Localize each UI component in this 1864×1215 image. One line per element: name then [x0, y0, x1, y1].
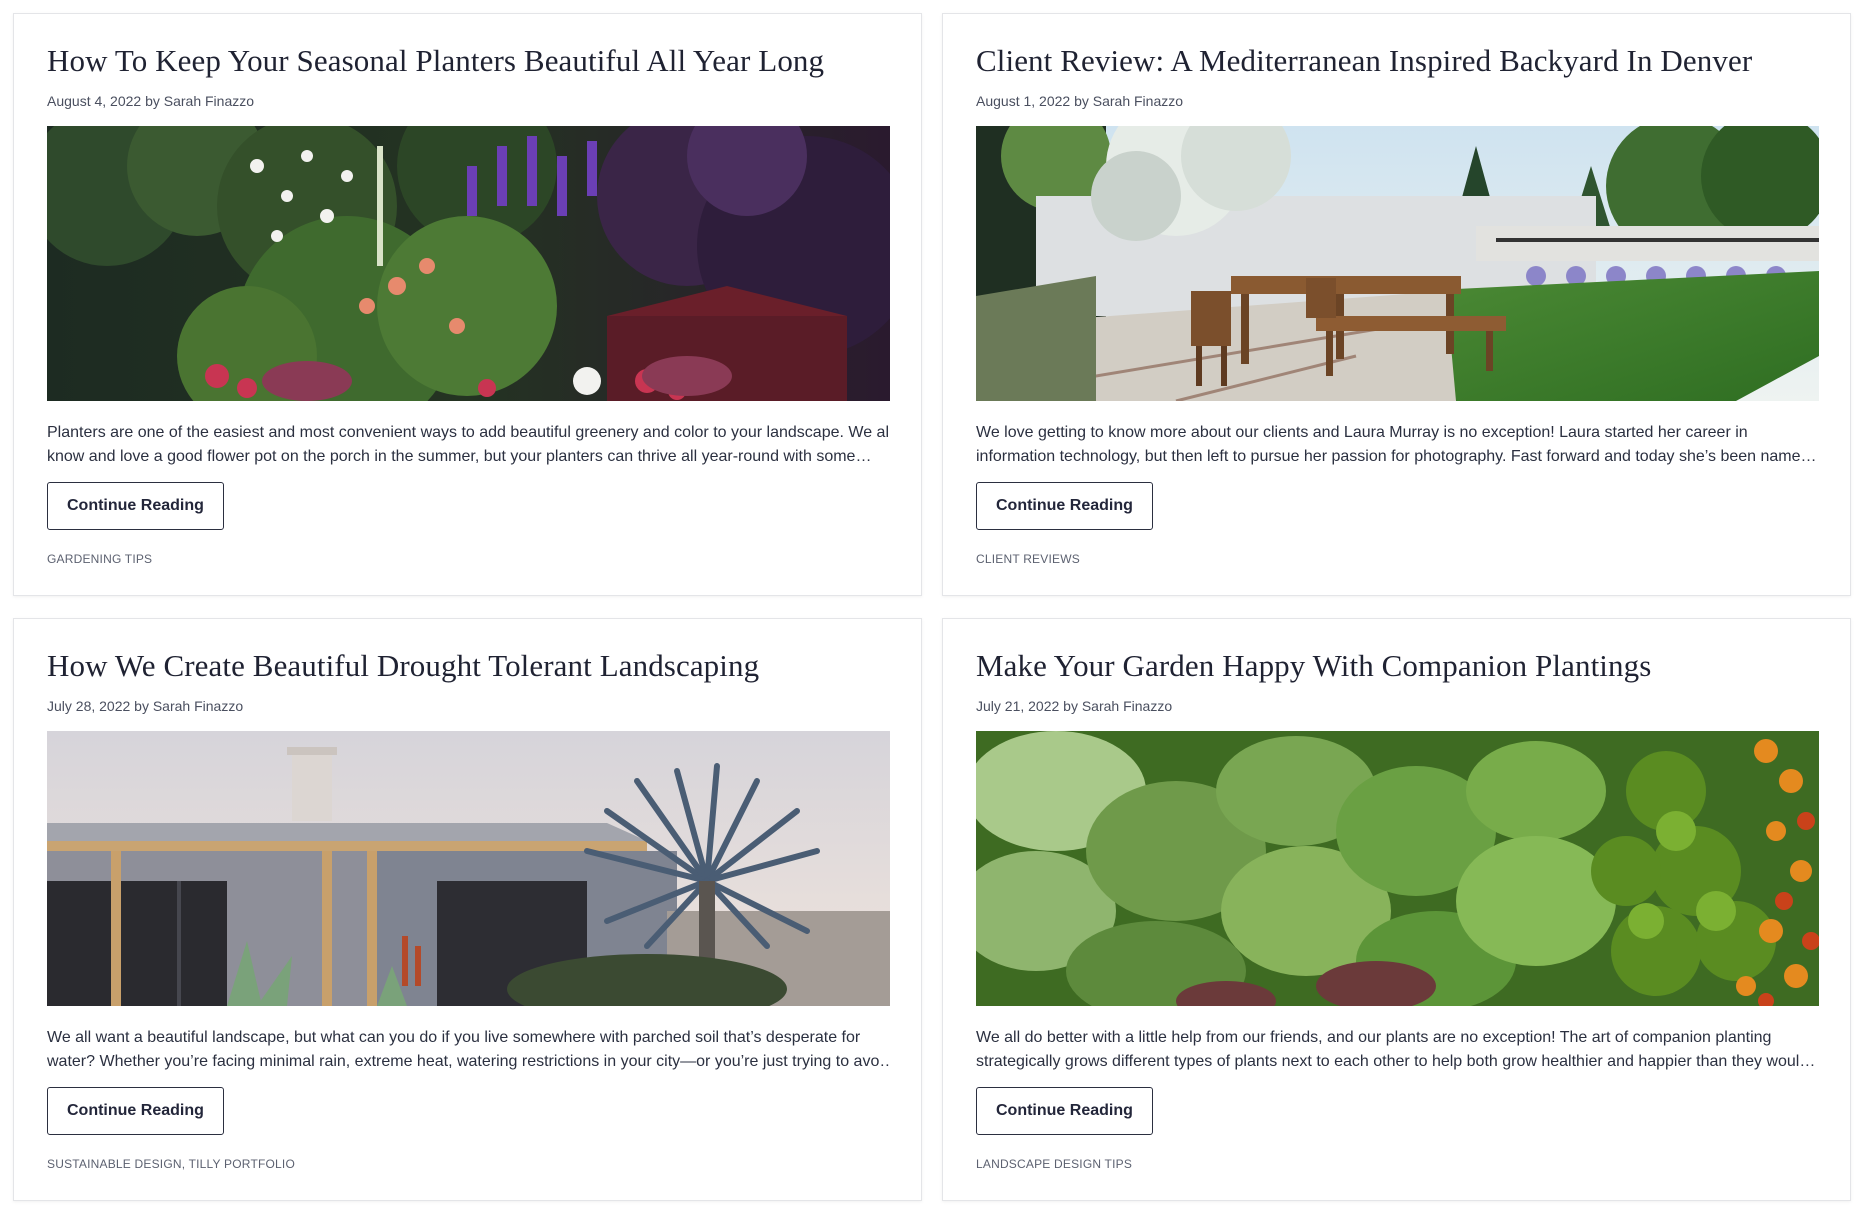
post-thumbnail[interactable]: [47, 126, 890, 401]
continue-reading-button[interactable]: Continue Reading: [47, 482, 224, 530]
post-thumbnail[interactable]: [976, 731, 1819, 1006]
category-link[interactable]: GARDENING TIPS: [47, 552, 152, 566]
excerpt-line: information technology, but then left to…: [976, 448, 1817, 465]
excerpt-line: We love getting to know more about our c…: [976, 424, 1748, 441]
post-meta: August 1, 2022 by Sarah Finazzo: [976, 93, 1184, 109]
excerpt-line: Planters are one of the easiest and most…: [47, 424, 890, 441]
category-link[interactable]: LANDSCAPE DESIGN TIPS: [976, 1157, 1132, 1171]
post-card: Client Review: A Mediterranean Inspired …: [942, 13, 1851, 596]
post-grid: How To Keep Your Seasonal Planters Beaut…: [13, 13, 1851, 1201]
post-title-link[interactable]: How We Create Beautiful Drought Tolerant…: [47, 647, 889, 685]
post-meta: July 21, 2022 by Sarah Finazzo: [976, 698, 1173, 714]
excerpt-line: water? Whether you’re facing minimal rai…: [47, 1053, 890, 1070]
excerpt-line: We all want a beautiful landscape, but w…: [47, 1029, 861, 1046]
post-excerpt: We love getting to know more about our c…: [976, 421, 1819, 469]
post-categories: LANDSCAPE DESIGN TIPS: [976, 1156, 1818, 1172]
excerpt-line: strategically grows different types of p…: [976, 1053, 1816, 1070]
post-card: Make Your Garden Happy With Companion Pl…: [942, 618, 1851, 1201]
post-categories: GARDENING TIPS: [47, 551, 889, 567]
post-card: How To Keep Your Seasonal Planters Beaut…: [13, 13, 922, 596]
post-thumbnail[interactable]: [47, 731, 890, 1006]
post-excerpt: Planters are one of the easiest and most…: [47, 421, 890, 469]
post-title-link[interactable]: Client Review: A Mediterranean Inspired …: [976, 42, 1818, 80]
excerpt-line: know and love a good flower pot on the p…: [47, 448, 872, 465]
category-link[interactable]: CLIENT REVIEWS: [976, 552, 1080, 566]
post-excerpt: We all do better with a little help from…: [976, 1026, 1819, 1074]
post-card: How We Create Beautiful Drought Tolerant…: [13, 618, 922, 1201]
post-categories: CLIENT REVIEWS: [976, 551, 1818, 567]
post-excerpt: We all want a beautiful landscape, but w…: [47, 1026, 890, 1074]
post-title-link[interactable]: Make Your Garden Happy With Companion Pl…: [976, 647, 1818, 685]
continue-reading-button[interactable]: Continue Reading: [976, 1087, 1153, 1135]
post-title-link[interactable]: How To Keep Your Seasonal Planters Beaut…: [47, 42, 889, 80]
post-meta: July 28, 2022 by Sarah Finazzo: [47, 698, 244, 714]
continue-reading-button[interactable]: Continue Reading: [47, 1087, 224, 1135]
excerpt-line: We all do better with a little help from…: [976, 1029, 1772, 1046]
post-categories: SUSTAINABLE DESIGN, TILLY PORTFOLIO: [47, 1157, 295, 1171]
post-meta: August 4, 2022 by Sarah Finazzo: [47, 93, 255, 109]
category-link[interactable]: TILLY PORTFOLIO: [189, 1157, 295, 1171]
category-link[interactable]: SUSTAINABLE DESIGN: [47, 1157, 182, 1171]
continue-reading-button[interactable]: Continue Reading: [976, 482, 1153, 530]
post-thumbnail[interactable]: [976, 126, 1819, 401]
